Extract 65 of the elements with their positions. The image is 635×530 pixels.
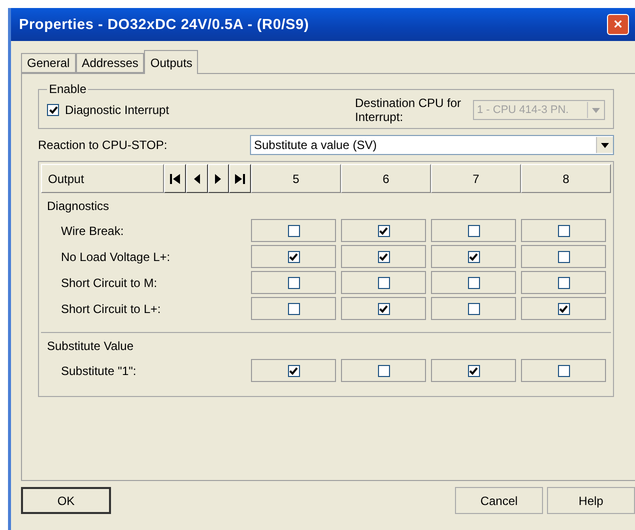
checkbox[interactable] (468, 302, 480, 314)
previous-button[interactable] (186, 164, 208, 193)
checkbox[interactable] (288, 302, 300, 314)
check-icon (379, 252, 388, 260)
next-button[interactable] (208, 164, 230, 193)
check-icon (289, 366, 298, 374)
check-icon (559, 304, 568, 312)
checkbox[interactable] (558, 302, 570, 314)
checkbox[interactable] (468, 364, 480, 376)
tab[interactable]: Addresses (76, 53, 144, 73)
checkbox[interactable] (288, 276, 300, 288)
checkbox[interactable] (288, 250, 300, 262)
tab[interactable]: General (21, 53, 76, 73)
row-label: No Load Voltage L+: (60, 250, 172, 264)
checkbox[interactable] (378, 250, 390, 262)
last-button[interactable] (229, 164, 251, 193)
checkbox[interactable] (378, 302, 390, 314)
row-label: Short Circuit to L+: (60, 302, 162, 316)
checkbox[interactable] (468, 250, 480, 262)
checkbox[interactable] (378, 224, 390, 236)
checkbox[interactable] (468, 276, 480, 288)
row-label: Short Circuit to M: (60, 276, 158, 290)
triangle-left-icon (192, 172, 202, 184)
check-icon (289, 252, 298, 260)
section-title: Substitute Value (46, 339, 135, 353)
column-header: 8 (521, 164, 611, 193)
group-title: Enable (48, 82, 88, 96)
checkbox[interactable] (288, 364, 300, 376)
close-button[interactable]: × (607, 14, 629, 35)
field-label: Reaction to CPU-STOP: (38, 138, 168, 152)
field-label: Destination CPU for Interrupt: (355, 96, 462, 124)
checkbox[interactable] (558, 250, 570, 262)
row-label: Substitute "1": (60, 364, 138, 378)
check-icon (469, 252, 478, 260)
checkbox[interactable] (288, 224, 300, 236)
column-header: 5 (251, 164, 341, 193)
checkbox[interactable] (378, 276, 390, 288)
checkbox[interactable] (558, 276, 570, 288)
dropdown-arrow-icon (601, 142, 609, 148)
section-title: Diagnostics (46, 199, 110, 213)
row-label: Wire Break: (60, 224, 125, 238)
checkbox[interactable] (47, 104, 59, 116)
check-icon (379, 226, 388, 234)
ok-button[interactable]: OK (21, 487, 111, 514)
check-icon (469, 366, 478, 374)
dropdown-arrow-icon (592, 108, 600, 112)
column-header: Output (41, 164, 164, 193)
cancel-button[interactable]: Cancel (455, 487, 543, 514)
column-header: 6 (341, 164, 431, 193)
column-header: 7 (431, 164, 521, 193)
dropdown[interactable]: Substitute a value (SV) (250, 135, 614, 155)
skip-back-icon (170, 172, 180, 184)
window-title: Properties - DO32xDC 24V/0.5A - (R0/S9) (19, 16, 309, 32)
tab[interactable]: Outputs (144, 50, 198, 74)
checkbox[interactable] (468, 224, 480, 236)
skip-forward-icon (235, 172, 246, 184)
check-icon (379, 304, 388, 312)
checkbox-label: Diagnostic Interrupt (65, 103, 170, 117)
check-icon (48, 106, 58, 114)
help-button[interactable]: Help (547, 487, 635, 514)
triangle-right-icon (213, 172, 224, 184)
first-button[interactable] (164, 164, 186, 193)
checkbox[interactable] (558, 224, 570, 236)
checkbox[interactable] (378, 364, 390, 376)
checkbox[interactable] (558, 364, 570, 376)
